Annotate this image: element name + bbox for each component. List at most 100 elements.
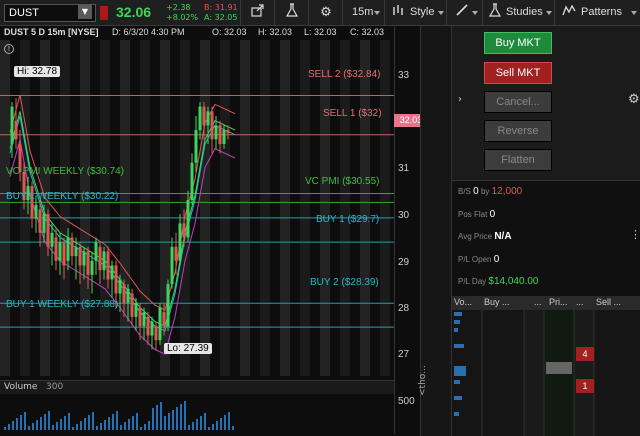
flask-icon[interactable]: [282, 3, 302, 23]
ladder-col-volume[interactable]: Vo...: [454, 297, 472, 307]
candle-body: [182, 223, 186, 238]
session-band: [380, 40, 390, 376]
buy-market-button[interactable]: Buy MKT: [484, 32, 552, 54]
draw-line-icon[interactable]: [452, 3, 472, 23]
candle-body: [170, 246, 174, 285]
candle-body: [158, 307, 162, 341]
info-icon[interactable]: !: [4, 44, 14, 54]
volume-bar: [52, 425, 54, 430]
candle-body: [198, 106, 202, 131]
patterns-caret-icon: [631, 11, 637, 15]
bs-value[interactable]: 0: [473, 186, 479, 197]
volume-bar: [156, 405, 158, 430]
reverse-button[interactable]: Reverse: [484, 120, 552, 142]
panel-gear-icon[interactable]: ⚙: [628, 92, 640, 107]
volume-bar: [40, 417, 42, 430]
volume-bar: [32, 423, 34, 430]
volume-bar: [112, 414, 114, 430]
ask-size-cell[interactable]: 4: [576, 347, 594, 361]
volume-bar: [152, 408, 154, 430]
candle-body: [54, 237, 58, 261]
ask-size-cell[interactable]: 1: [576, 379, 594, 393]
volume-header: Volume 300: [0, 380, 394, 394]
studies-menu[interactable]: Studies: [506, 6, 543, 18]
studies-icon[interactable]: [486, 3, 504, 23]
drawing-caret-icon: [472, 11, 478, 15]
volume-bar: [148, 421, 150, 430]
volume-value: 300: [46, 382, 64, 392]
volume-bar: [68, 413, 70, 430]
ladder-col-buy-orders[interactable]: Buy ...: [484, 297, 510, 307]
pl-open-row: P/L Open 0: [458, 254, 499, 265]
collapse-arrow-icon[interactable]: ›: [458, 94, 462, 105]
session-band: [260, 40, 270, 376]
interval-selector[interactable]: 15m: [352, 6, 373, 18]
volume-bar: [232, 426, 234, 430]
candle-body: [186, 200, 190, 238]
volume-bar: [76, 424, 78, 430]
volume-bar: [228, 412, 230, 430]
pos-flat-value: 0: [489, 209, 496, 220]
candle-body: [178, 223, 182, 261]
volume-bar: [192, 422, 194, 430]
ladder-col-ask[interactable]: ...: [576, 297, 584, 307]
candle-body: [206, 111, 210, 126]
sell-market-button[interactable]: Sell MKT: [484, 62, 552, 84]
patterns-icon[interactable]: [560, 3, 578, 23]
avg-price-label: Avg Price: [458, 232, 493, 241]
style-icon[interactable]: [390, 3, 406, 23]
session-band: [0, 40, 10, 376]
session-band: [340, 40, 350, 376]
buy2-level-label: BUY 2 ($28.39): [310, 277, 379, 288]
volume-bar: [64, 416, 66, 430]
candle-body: [114, 265, 118, 294]
volume-bar: [136, 413, 138, 430]
pl-day-value: $14,040.00: [488, 276, 539, 287]
quantity-value[interactable]: 12,000: [492, 186, 523, 197]
low-label: Lo: 27.39: [164, 343, 212, 354]
flatten-button[interactable]: Flatten: [484, 149, 552, 171]
buy1-weekly-top-label: BUY 1 WEEKLY ($30.22): [6, 191, 119, 202]
symbol-dropdown-icon[interactable]: ▼: [78, 5, 92, 19]
candle-body: [82, 251, 86, 266]
volume-bar: [164, 416, 166, 430]
candle-body: [66, 237, 70, 261]
price-tick: 29: [398, 257, 410, 268]
pos-flat-row: Pos Flat 0: [458, 209, 495, 220]
patterns-menu[interactable]: Patterns: [581, 6, 622, 18]
ladder-col-price[interactable]: Pri...: [549, 297, 568, 307]
price-chart[interactable]: [0, 40, 394, 376]
session-band: [240, 40, 250, 376]
session-band: [220, 40, 230, 376]
gear-icon[interactable]: ⚙: [316, 3, 336, 23]
ladder-col-sell-orders[interactable]: Sell ...: [596, 297, 621, 307]
style-menu[interactable]: Style: [410, 6, 434, 18]
volume-bar: [212, 424, 214, 430]
avg-price-row: Avg Price N/A: [458, 231, 512, 242]
volume-pane[interactable]: [0, 394, 394, 430]
volume-bar: [172, 410, 174, 430]
volume-bar: [28, 426, 30, 430]
candle-body: [70, 237, 74, 257]
chart-title: DUST 5 D 15m [NYSE]: [4, 27, 99, 37]
session-shading: [0, 40, 390, 376]
price-tick: 33: [398, 70, 410, 81]
volume-bar: [16, 418, 18, 430]
bar-date: D: 6/3/20 4:30 PM: [112, 27, 185, 37]
candle-body: [202, 106, 206, 126]
volume-bar: [176, 407, 178, 430]
interval-caret-icon: [374, 11, 380, 15]
share-icon[interactable]: [248, 3, 268, 23]
price-axis[interactable]: 33 32 31 30 29 28 27 500: [394, 26, 420, 434]
avg-price-value: N/A: [494, 231, 512, 242]
menu-icon[interactable]: ⋮: [630, 228, 640, 241]
volume-bar: [200, 416, 202, 430]
cancel-button[interactable]: Cancel...: [484, 91, 552, 113]
high-label: Hi: 32.78: [14, 66, 61, 77]
price-ladder[interactable]: 4 1: [452, 310, 640, 436]
volume-bar: [92, 412, 94, 430]
ladder-col-bid[interactable]: ...: [534, 297, 542, 307]
studies-caret-icon: [546, 11, 552, 15]
candle-body: [86, 251, 90, 275]
candle-body: [34, 204, 38, 219]
